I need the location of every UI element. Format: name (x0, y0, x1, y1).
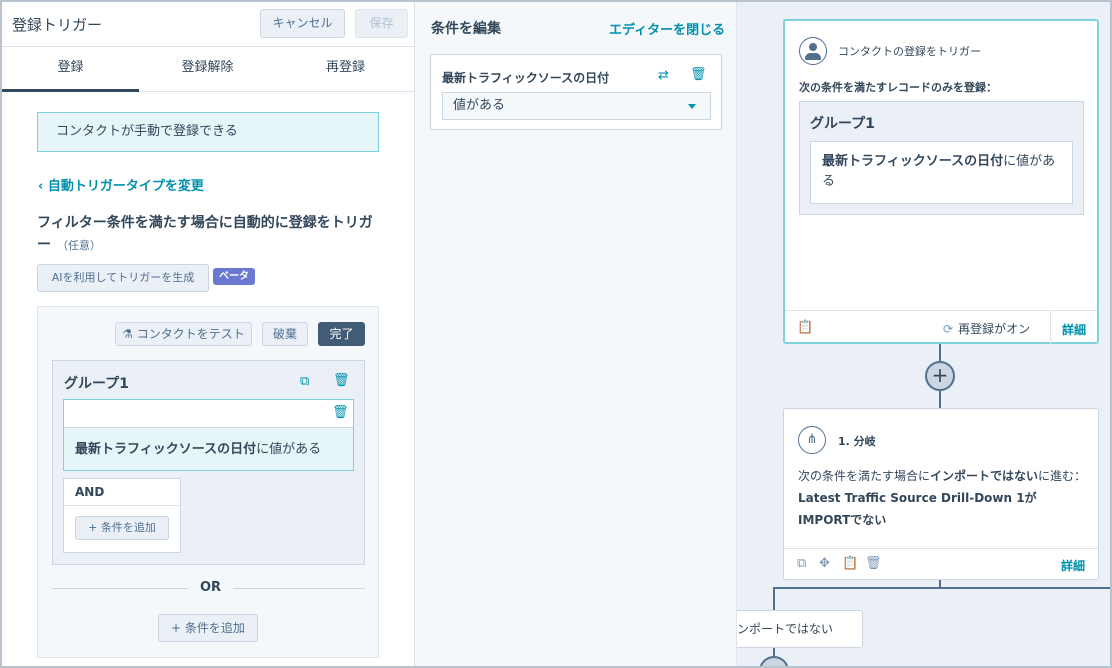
condition-property: 最新トラフィックソースの日付 (75, 442, 257, 457)
editor-title: 条件を編集 (431, 21, 501, 37)
add-condition-label: 条件を追加 (100, 521, 156, 534)
cancel-button[interactable]: キャンセル (260, 9, 345, 38)
trigger-card[interactable]: コンタクトの登録をトリガー 次の条件を満たすレコードのみを登録： グループ1 最… (783, 19, 1099, 345)
app-frame: 登録トリガー キャンセル 保存 登録 登録解除 再登録 コンタクトが手動で登録で… (0, 0, 1112, 668)
add-condition-button[interactable]: + 条件を追加 (75, 516, 169, 540)
branch-card-body: 次の条件を満たす場合にインポートではないに進む：Latest Traffic S… (798, 465, 1088, 531)
branch-body-text-2: に進む： (1038, 469, 1087, 483)
chevron-down-icon (688, 104, 696, 109)
tab-enroll[interactable]: 登録 (2, 47, 139, 92)
trigger-group: グループ1 最新トラフィックソースの日付に値がある (799, 101, 1084, 215)
details-link[interactable]: 詳細 (1061, 557, 1085, 574)
condition-text: 最新トラフィックソースの日付に値がある (75, 438, 321, 457)
copy-icon[interactable]: ⧉ (797, 556, 806, 571)
plus-icon: + (88, 521, 101, 534)
tab-reenroll[interactable]: 再登録 (276, 47, 415, 92)
beta-badge: ベータ (213, 268, 255, 285)
condition-editor-panel: 条件を編集 エディターを閉じる 最新トラフィックソースの日付 ⇄ 🗑 値がある (415, 2, 737, 666)
swap-icon[interactable]: ⇄ (658, 68, 669, 83)
refresh-icon: ⟳ (943, 322, 954, 336)
condition-operator: に値がある (256, 442, 322, 457)
contact-icon (799, 37, 827, 65)
filter-condition[interactable]: 🗑 最新トラフィックソースの日付に値がある (63, 399, 354, 471)
filter-heading: フィルター条件を満たす場合に自動的に登録をトリガー （任意） (37, 212, 377, 257)
change-trigger-type-link[interactable]: ‹ 自動トリガータイプを変更 (38, 175, 204, 194)
copy-icon[interactable]: ⧉ (300, 374, 309, 389)
trigger-card-title: コンタクトの登録をトリガー (838, 45, 981, 58)
or-label: OR (188, 580, 234, 595)
flask-icon: ⚗ (122, 327, 137, 341)
branch-card-footer: ⧉ ✥ 📋 🗑 詳細 (784, 548, 1098, 580)
condition-edit-card: 最新トラフィックソースの日付 ⇄ 🗑 値がある (430, 54, 722, 130)
connector-line (939, 344, 941, 361)
reenroll-status-label: 再登録がオン (958, 322, 1031, 336)
trigger-condition: 最新トラフィックソースの日付に値がある (810, 141, 1073, 204)
trigger-condition-property: 最新トラフィックソースの日付 (822, 154, 1004, 169)
and-block: AND + 条件を追加 (63, 478, 181, 553)
clipboard-icon[interactable]: 📋 (797, 320, 813, 335)
branch-body-bold-1: インポートではない (930, 469, 1039, 483)
trash-icon[interactable]: 🗑 (332, 405, 349, 420)
ai-generate-trigger-button[interactable]: AIを利用してトリガーを生成 (37, 264, 209, 292)
connector-line (939, 391, 941, 408)
operator-select[interactable]: 値がある (442, 92, 711, 120)
condition-toolbar: 🗑 (64, 400, 353, 428)
filter-group: グループ1 ⧉ 🗑 🗑 最新トラフィックソースの日付に値がある AND + 条件… (52, 360, 365, 565)
branch-connector (773, 587, 1110, 589)
details-link[interactable]: 詳細 (1062, 321, 1086, 338)
group-title: グループ1 (64, 376, 129, 392)
enrollment-trigger-panel: 登録トリガー キャンセル 保存 登録 登録解除 再登録 コンタクトが手動で登録で… (2, 2, 415, 666)
close-editor-link[interactable]: エディターを閉じる (609, 19, 725, 38)
branch-card-title: 1. 分岐 (838, 435, 876, 448)
branch-card[interactable]: ⋔ 1. 分岐 次の条件を満たす場合にインポートではないに進む：Latest T… (783, 408, 1099, 580)
footer-divider (1050, 311, 1051, 345)
done-button[interactable]: 完了 (318, 322, 365, 346)
clipboard-icon[interactable]: 📋 (842, 556, 858, 571)
move-icon[interactable]: ✥ (819, 556, 830, 571)
branch-icon: ⋔ (798, 426, 826, 454)
test-contact-label: コンタクトをテスト (136, 327, 245, 341)
save-button[interactable]: 保存 (355, 9, 408, 38)
trash-icon[interactable]: 🗑 (690, 67, 707, 82)
branch-label[interactable]: ンポートではない (737, 610, 863, 648)
plus-icon: + (171, 621, 185, 635)
add-action-button[interactable]: + (925, 361, 955, 391)
manual-enroll-notice: コンタクトが手動で登録できる (37, 112, 379, 152)
panel-title: 登録トリガー (12, 16, 103, 34)
add-action-button[interactable] (759, 656, 789, 666)
test-contact-button[interactable]: ⚗ コンタクトをテスト (115, 322, 252, 346)
trigger-card-subtitle: 次の条件を満たすレコードのみを登録： (799, 81, 997, 94)
and-label: AND (64, 479, 180, 506)
optional-label: （任意） (57, 239, 101, 252)
condition-property-label: 最新トラフィックソースの日付 (442, 71, 610, 85)
reenroll-status: ⟳ 再登録がオン (943, 320, 1030, 337)
add-condition-or-button[interactable]: + 条件を追加 (158, 614, 258, 642)
discard-button[interactable]: 破棄 (262, 322, 308, 346)
panel-header: 登録トリガー キャンセル 保存 (2, 2, 415, 47)
add-condition-or-label: 条件を追加 (184, 621, 245, 635)
branch-body-bold-2: Latest Traffic Source Drill-Down 1がIMPOR… (798, 491, 1037, 527)
operator-select-value: 値がある (453, 98, 506, 113)
tab-bar: 登録 登録解除 再登録 (2, 47, 415, 92)
filter-editor: ⚗ コンタクトをテスト 破棄 完了 グループ1 ⧉ 🗑 🗑 最新トラフィックソー… (37, 306, 379, 658)
trigger-group-title: グループ1 (810, 116, 875, 132)
branch-body-text-1: 次の条件を満たす場合に (798, 469, 931, 483)
workflow-canvas: コンタクトの登録をトリガー 次の条件を満たすレコードのみを登録： グループ1 最… (737, 2, 1110, 666)
tab-unenroll[interactable]: 登録解除 (139, 47, 276, 92)
trash-icon[interactable]: 🗑 (865, 556, 882, 571)
trash-icon[interactable]: 🗑 (333, 373, 350, 388)
trigger-card-footer: 📋 ⟳ 再登録がオン 詳細 (785, 310, 1097, 345)
